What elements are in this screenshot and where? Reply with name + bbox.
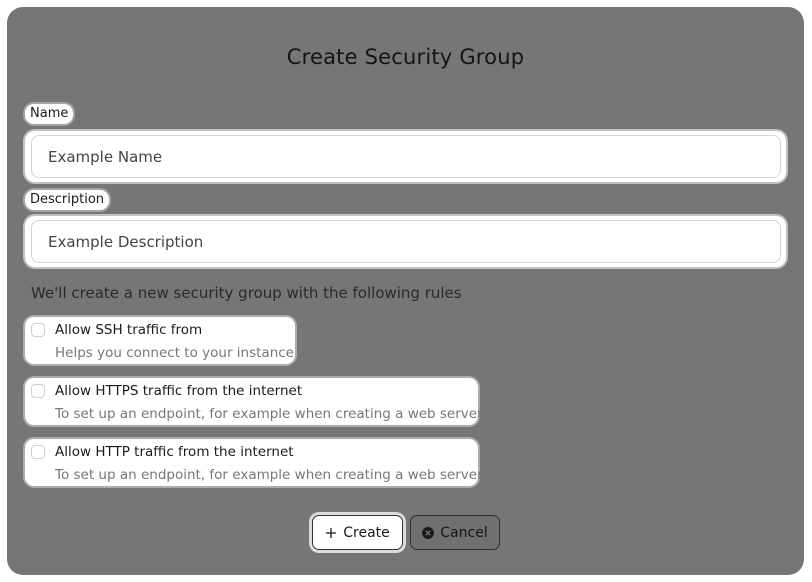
name-label: Name	[25, 104, 74, 124]
create-button[interactable]: Create	[312, 515, 403, 550]
x-circle-icon	[422, 526, 435, 539]
rule-description: To set up an endpoint, for example when …	[55, 467, 483, 483]
rule-title: Allow SSH traffic from	[55, 322, 203, 338]
create-button-label: Create	[343, 524, 390, 541]
cancel-button-label: Cancel	[440, 524, 488, 541]
description-label: Description	[25, 190, 110, 210]
name-field-box	[31, 135, 781, 178]
cancel-button[interactable]: Cancel	[410, 515, 500, 550]
rules-note: We'll create a new security group with t…	[31, 284, 462, 302]
description-field-wrapper	[25, 216, 786, 267]
name-field-wrapper	[25, 131, 786, 182]
plus-icon	[325, 527, 337, 539]
rule-description: Helps you connect to your instance	[55, 345, 294, 361]
dialog-title: Create Security Group	[286, 45, 525, 69]
create-security-group-dialog: Create Security Group Name Description W…	[7, 7, 804, 575]
rule-http-checkbox[interactable]	[31, 445, 45, 459]
rule-ssh[interactable]: Allow SSH traffic from Helps you connect…	[25, 317, 295, 364]
rule-http[interactable]: Allow HTTP traffic from the internet To …	[25, 439, 483, 486]
rule-https[interactable]: Allow HTTPS traffic from the internet To…	[25, 378, 483, 425]
rule-title: Allow HTTP traffic from the internet	[55, 444, 294, 460]
rule-https-checkbox[interactable]	[31, 384, 45, 398]
rule-title: Allow HTTPS traffic from the internet	[55, 383, 303, 399]
description-input[interactable]	[48, 221, 722, 262]
rule-description: To set up an endpoint, for example when …	[55, 406, 483, 422]
rule-ssh-checkbox[interactable]	[31, 323, 45, 337]
name-input[interactable]	[48, 136, 722, 177]
description-field-box	[31, 220, 781, 263]
